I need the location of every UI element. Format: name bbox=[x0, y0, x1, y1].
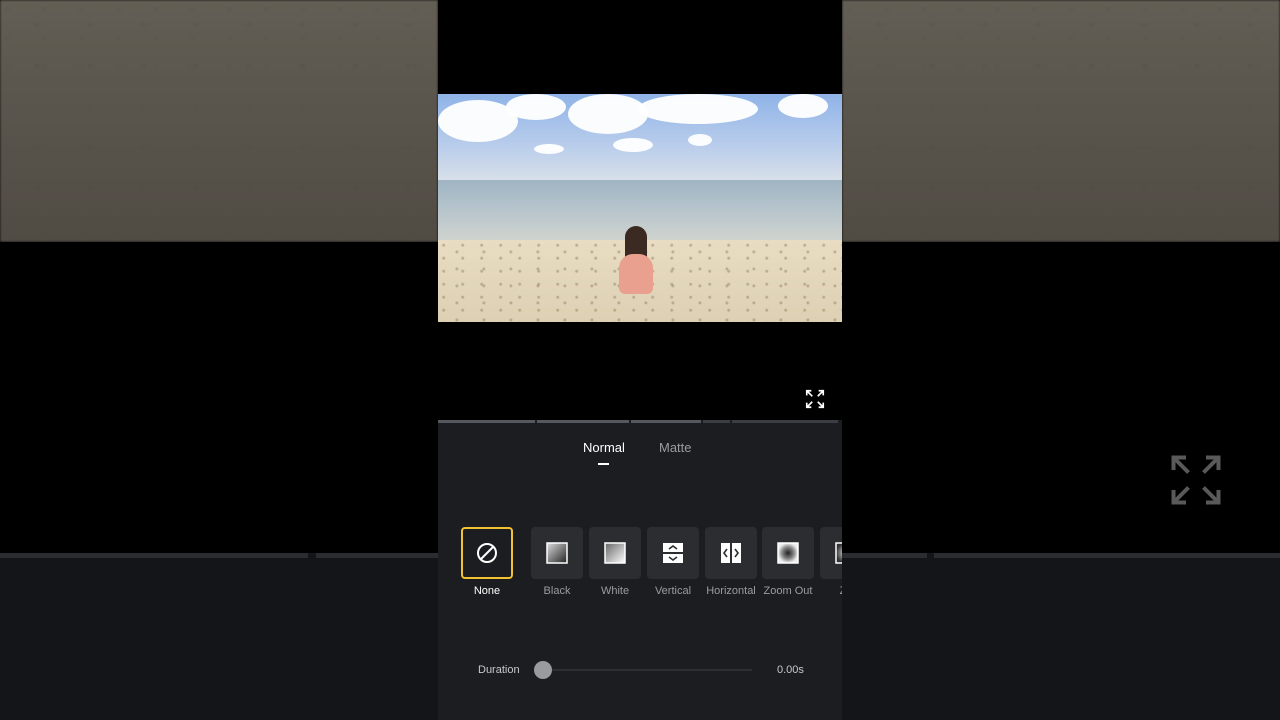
zoom-in-icon bbox=[835, 542, 842, 564]
transition-tile bbox=[705, 527, 757, 579]
editor-screen: Normal Matte None Black White Vertical H… bbox=[438, 0, 842, 720]
black-fade-icon bbox=[546, 542, 568, 564]
duration-slider-track[interactable] bbox=[543, 669, 752, 671]
transition-label: None bbox=[473, 585, 501, 597]
transition-vertical[interactable]: Vertical bbox=[647, 527, 699, 597]
background-blur-right bbox=[842, 0, 1280, 242]
transition-label: Zo bbox=[820, 585, 842, 597]
transition-zoom-out[interactable]: Zoom Out bbox=[762, 527, 814, 597]
transition-label: White bbox=[600, 585, 630, 597]
transition-horizontal[interactable]: Horizontal bbox=[705, 527, 757, 597]
tab-bar: Normal Matte bbox=[438, 440, 842, 470]
clip-segments bbox=[438, 420, 842, 423]
transition-label: Zoom Out bbox=[763, 585, 813, 597]
horizontal-split-icon bbox=[721, 543, 741, 563]
zoom-out-icon bbox=[777, 542, 799, 564]
duration-value: 0.00s bbox=[777, 664, 804, 676]
transition-tile bbox=[461, 527, 513, 579]
background-blur-left bbox=[0, 0, 438, 242]
transition-tile bbox=[531, 527, 583, 579]
none-icon bbox=[477, 543, 497, 563]
transition-none[interactable]: None bbox=[461, 527, 513, 597]
vertical-split-icon bbox=[663, 543, 683, 563]
transition-panel: Normal Matte None Black White Vertical H… bbox=[438, 420, 842, 720]
transition-black[interactable]: Black bbox=[531, 527, 583, 597]
tab-normal[interactable]: Normal bbox=[583, 440, 625, 455]
transition-tile bbox=[820, 527, 842, 579]
duration-label: Duration bbox=[478, 664, 520, 676]
transition-list: None Black White Vertical Horizontal Zoo… bbox=[438, 527, 842, 607]
transition-white[interactable]: White bbox=[589, 527, 641, 597]
transition-label: Vertical bbox=[654, 585, 692, 597]
duration-slider-thumb[interactable] bbox=[534, 661, 552, 679]
transition-tile bbox=[647, 527, 699, 579]
active-tab-indicator bbox=[598, 463, 609, 465]
duration-control: Duration 0.00s bbox=[438, 660, 842, 680]
tab-matte[interactable]: Matte bbox=[659, 440, 692, 455]
transition-tile bbox=[589, 527, 641, 579]
background-expand-icon bbox=[1171, 455, 1221, 505]
fullscreen-expand-icon[interactable] bbox=[804, 388, 826, 410]
transition-tile bbox=[762, 527, 814, 579]
transition-zoom-in[interactable]: Zo bbox=[820, 527, 842, 597]
transition-label: Black bbox=[543, 585, 571, 597]
video-preview[interactable] bbox=[438, 94, 842, 322]
transition-label: Horizontal bbox=[706, 585, 756, 597]
white-fade-icon bbox=[604, 542, 626, 564]
